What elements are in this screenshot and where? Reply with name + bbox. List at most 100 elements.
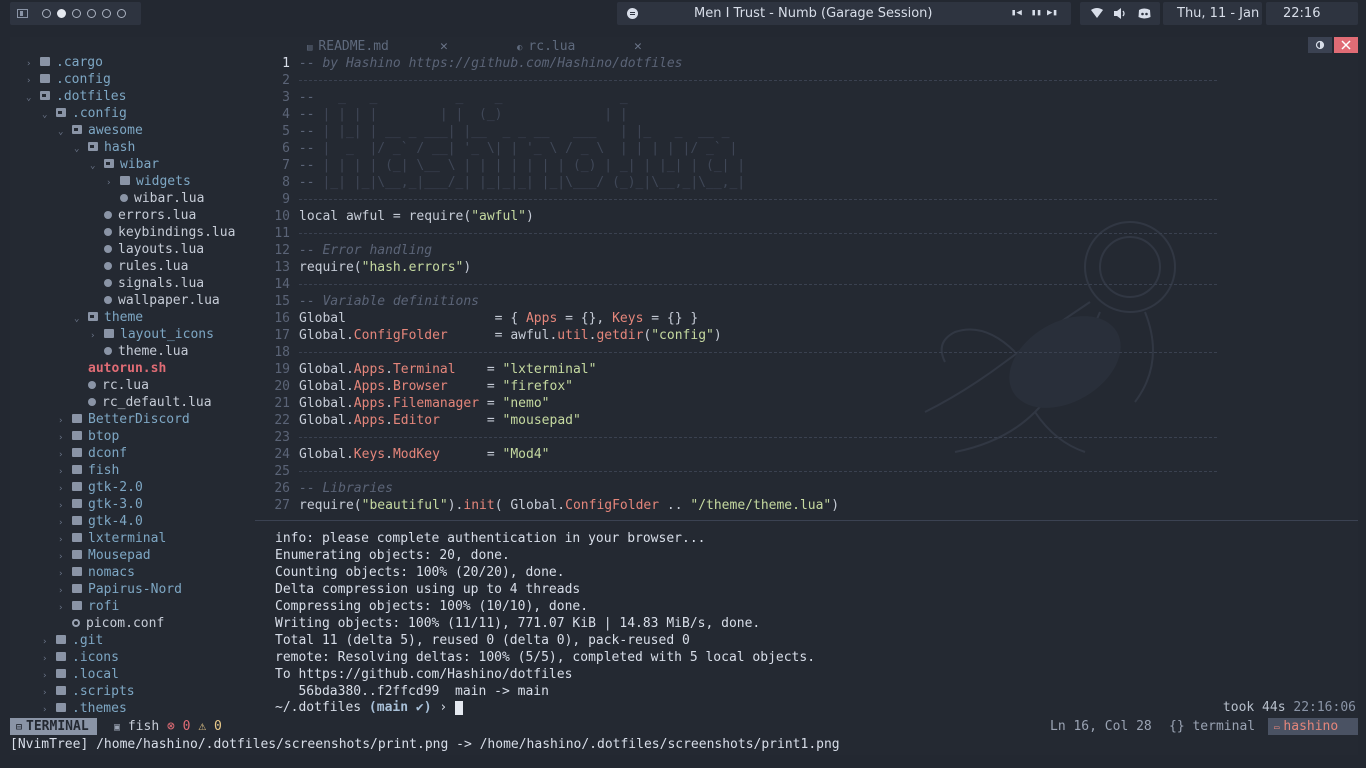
tree-item[interactable]: ⌄ hash (74, 139, 135, 156)
file-icon (104, 210, 112, 219)
wifi-icon[interactable] (1091, 8, 1103, 19)
tree-item[interactable]: ⌄ .dotfiles (26, 88, 126, 105)
code-token: Global. (299, 379, 354, 394)
tree-item[interactable]: › .themes (42, 700, 127, 717)
chevron-down-icon: ⌄ (26, 93, 32, 103)
tree-item-label: hash (104, 140, 136, 155)
tree-item[interactable]: › .config (26, 71, 111, 88)
code-editor[interactable]: 1 -- by Hashino https://github.com/Hashin… (255, 55, 1358, 520)
tree-item[interactable]: › .icons (42, 649, 119, 666)
tree-item[interactable]: errors.lua (90, 207, 196, 224)
tree-item[interactable]: › .cargo (26, 54, 103, 71)
line-number: 19 (274, 362, 290, 377)
code-token: "hash.errors" (361, 260, 464, 275)
code-token: Terminal (392, 362, 456, 377)
code-token: Apps (353, 362, 386, 377)
tree-item[interactable]: rc_default.lua (74, 394, 212, 411)
close-window-button[interactable] (1334, 37, 1358, 53)
tree-item[interactable]: autorun.sh (74, 360, 166, 377)
previous-track-icon[interactable]: ▮◀ (1011, 9, 1022, 18)
tree-item[interactable]: › .git (42, 632, 103, 649)
tree-item[interactable]: rc.lua (74, 377, 149, 394)
code-token: |_| |_|\__,_|___/_| |_|_|_| |_|\___/ (_)… (322, 175, 746, 190)
tree-item-label: rofi (88, 599, 120, 614)
code-token: Keys (353, 447, 386, 462)
close-icon (1341, 40, 1351, 50)
tree-item[interactable]: › BetterDiscord (58, 411, 190, 428)
tree-item[interactable]: keybindings.lua (90, 224, 235, 241)
tree-item[interactable]: picom.conf (58, 615, 164, 632)
command-line[interactable]: [NvimTree] /home/hashino/.dotfiles/scree… (10, 736, 1358, 753)
tree-item[interactable]: › .local (42, 666, 119, 683)
song-title: Men I Trust - Numb (Garage Session) (694, 6, 933, 21)
buffer-tabline: ▤ README.md ✕ ◐ rc.lua ✕ (255, 37, 1358, 55)
tree-item[interactable]: › layout_icons (90, 326, 214, 343)
tree-item[interactable]: › gtk-4.0 (58, 513, 143, 530)
folder-icon (72, 533, 82, 542)
line-number: 1 (282, 56, 290, 71)
tree-item[interactable]: › .scripts (42, 683, 135, 700)
workspace-1[interactable] (42, 9, 51, 18)
line-number: 8 (282, 175, 290, 190)
error-count: 0 (182, 719, 191, 734)
tree-item-label: .scripts (72, 684, 135, 699)
tree-item[interactable]: › gtk-3.0 (58, 496, 143, 513)
code-line: 24 Global.Keys.ModKey = "Mod4" (255, 446, 549, 463)
terminal-pane[interactable]: 56bda380..f2ffcd99 main -> main To https:… (275, 530, 1358, 720)
tree-item[interactable]: › nomacs (58, 564, 135, 581)
layout-icon[interactable] (17, 9, 28, 18)
code-token: .. (659, 498, 691, 513)
tree-item[interactable]: layouts.lua (90, 241, 204, 258)
tree-item[interactable]: theme.lua (90, 343, 188, 360)
tab-readme[interactable]: ▤ README.md ✕ (307, 39, 448, 54)
tree-item[interactable]: ⌄ .config (42, 105, 127, 122)
tree-item[interactable]: ⌄ awesome (58, 122, 143, 139)
close-tab-icon[interactable]: ✕ (634, 39, 642, 54)
tree-item[interactable]: wallpaper.lua (90, 292, 220, 309)
discord-icon[interactable] (1138, 8, 1151, 19)
close-tab-icon[interactable]: ✕ (440, 39, 448, 54)
folder-icon (72, 465, 82, 474)
workspace-4[interactable] (87, 9, 96, 18)
code-token: _ _ _ _ _ (322, 90, 628, 105)
tree-item[interactable]: signals.lua (90, 275, 204, 292)
tree-item[interactable]: › Mousepad (58, 547, 151, 564)
tree-item[interactable]: › rofi (58, 598, 119, 615)
code-token: Keys (612, 311, 644, 326)
tree-item[interactable]: › Papirus-Nord (58, 581, 182, 598)
tree-item[interactable]: ⌄ theme (74, 309, 143, 326)
spotify-icon[interactable] (627, 8, 638, 19)
workspace-3[interactable] (72, 9, 81, 18)
chevron-down-icon: ⌄ (42, 110, 48, 120)
tree-item[interactable]: ⌄ wibar (90, 156, 159, 173)
nvim-tree: › .cargo › .config ⌄ .dotfiles ⌄ .config ⌄ awesom… (10, 37, 255, 718)
tree-item[interactable]: › widgets (106, 173, 191, 190)
code-token: . (385, 362, 393, 377)
workspace-6[interactable] (117, 9, 126, 18)
line-number: 7 (282, 158, 290, 173)
next-track-icon[interactable]: ▶▮ (1047, 9, 1058, 18)
tree-item[interactable]: rules.lua (90, 258, 188, 275)
workspace-5[interactable] (102, 9, 111, 18)
tree-item[interactable]: › dconf (58, 445, 127, 462)
tree-item[interactable]: › gtk-2.0 (58, 479, 143, 496)
tree-item[interactable]: wibar.lua (106, 190, 204, 207)
tab-label: rc.lua (528, 39, 576, 54)
tree-item[interactable]: › fish (58, 462, 119, 479)
folder-icon (72, 516, 82, 525)
code-token: = {}, (557, 311, 613, 326)
folder-open-icon (88, 312, 98, 321)
tree-item[interactable]: › btop (58, 428, 119, 445)
code-token: -- (299, 175, 323, 190)
chevron-down-icon: ⌄ (74, 144, 80, 154)
workspace-2[interactable] (57, 9, 66, 18)
code-line: 11 (255, 225, 1217, 242)
top-bar: Men I Trust - Numb (Garage Session) ▮◀ ▮… (0, 0, 1366, 27)
tree-item[interactable]: › lxterminal (58, 530, 166, 547)
volume-icon[interactable] (1114, 8, 1127, 19)
pause-icon[interactable]: ▮▮ (1031, 9, 1042, 18)
shell-prompt[interactable]: ~/.dotfiles (main ✔) › (275, 700, 464, 715)
line-number: 4 (282, 107, 290, 122)
toggle-theme-button[interactable] (1308, 37, 1332, 53)
tab-rc-lua[interactable]: ◐ rc.lua ✕ (517, 39, 642, 54)
